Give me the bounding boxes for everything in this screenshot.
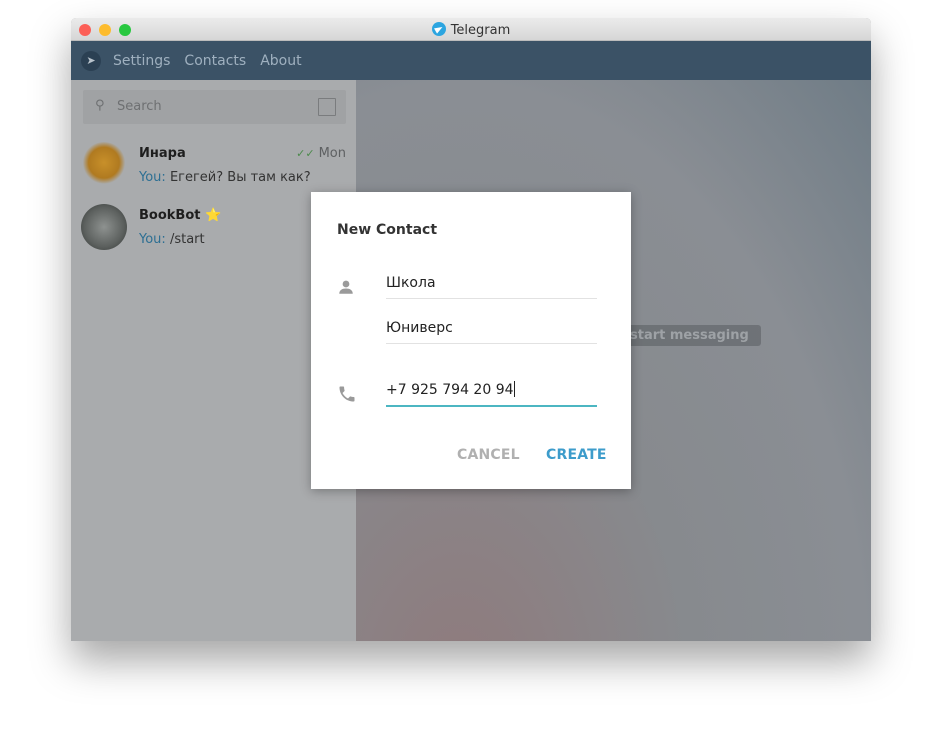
text-caret (513, 381, 515, 397)
avatar (81, 204, 127, 250)
telegram-plane-icon[interactable]: ➤ (81, 50, 101, 71)
person-icon (339, 280, 353, 294)
phone-icon (339, 386, 355, 402)
menu-about[interactable]: About (260, 53, 301, 69)
search-input[interactable]: ⚲ Search (83, 90, 346, 124)
phone-input[interactable]: +7 925 794 20 94 (386, 381, 597, 407)
last-name-input[interactable]: Юниверс (386, 320, 597, 344)
star-icon: ⭐ (205, 208, 222, 223)
menu-contacts[interactable]: Contacts (184, 53, 246, 69)
new-contact-dialog: New Contact Школа Юниверс +7 925 794 20 … (311, 192, 631, 489)
empty-chat-hint: start messaging (618, 325, 761, 346)
chat-preview: You: /start (139, 232, 205, 247)
create-button[interactable]: CREATE (546, 447, 607, 463)
chat-time: ✓✓ Mon (296, 146, 346, 161)
menu-settings[interactable]: Settings (113, 53, 170, 69)
telegram-logo-icon (431, 22, 446, 36)
app-header: ➤ Settings Contacts About (71, 41, 871, 80)
title-bar: Telegram (71, 18, 871, 41)
search-placeholder: Search (117, 99, 162, 114)
chat-name: BookBot ⭐ (139, 208, 222, 223)
double-check-icon: ✓✓ (296, 147, 315, 160)
first-name-input[interactable]: Школа (386, 275, 597, 299)
dialog-title: New Contact (337, 222, 438, 238)
cancel-button[interactable]: CANCEL (457, 447, 520, 463)
chat-item[interactable]: Инара ✓✓ Mon You: Егегей? Вы там как? (71, 134, 356, 196)
search-icon: ⚲ (95, 98, 105, 113)
chat-preview: You: Егегей? Вы там как? (139, 170, 311, 185)
avatar (81, 142, 127, 188)
compose-icon[interactable] (318, 98, 336, 116)
window-title: Telegram (71, 22, 871, 38)
chat-name: Инара (139, 146, 186, 161)
